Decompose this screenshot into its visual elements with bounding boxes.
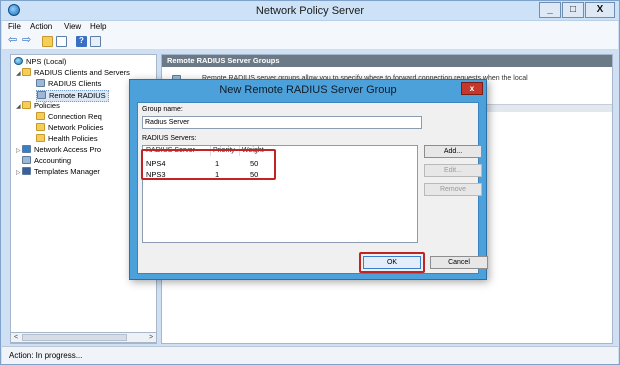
menu-view[interactable]: View <box>64 22 81 31</box>
edit-button[interactable]: Edit... <box>424 164 482 177</box>
tree-horizontal-scrollbar[interactable]: < > <box>10 332 157 343</box>
menu-action[interactable]: Action <box>30 22 52 31</box>
add-button[interactable]: Add... <box>424 145 482 158</box>
new-remote-radius-server-group-dialog: New Remote RADIUS Server Group x Group n… <box>129 79 488 280</box>
dialog-body: Group name: RADIUS Servers: RADIUS Serve… <box>137 102 488 274</box>
tree-item-network-policies[interactable]: Network Policies <box>36 123 103 133</box>
server-icon <box>36 79 45 87</box>
tree-item-templates-manager[interactable]: ▷ Templates Manager <box>16 167 100 178</box>
status-bar: Action: In progress... <box>2 346 618 364</box>
highlight-box-ok-button <box>359 252 425 273</box>
templates-icon <box>22 167 31 175</box>
highlight-box-server-list <box>141 149 276 180</box>
remove-button[interactable]: Remove <box>424 183 482 196</box>
tree-item-policies[interactable]: ◢ Policies <box>16 101 60 112</box>
radius-servers-label: RADIUS Servers: <box>142 135 197 142</box>
folder-icon <box>36 123 45 131</box>
results-pane-header: Remote RADIUS Server Groups <box>162 55 612 67</box>
tree-item-accounting[interactable]: Accounting <box>22 156 71 166</box>
globe-icon <box>14 57 23 65</box>
group-name-input[interactable] <box>142 116 422 129</box>
scroll-left-icon[interactable]: < <box>11 333 21 342</box>
dialog-title-bar: New Remote RADIUS Server Group x <box>130 80 486 100</box>
menu-bar: File Action View Help <box>2 21 618 34</box>
dialog-close-button[interactable]: x <box>461 82 483 95</box>
title-bar: Network Policy Server _ □ X <box>1 1 619 21</box>
tree-item-connection-request-policies[interactable]: Connection Req <box>36 112 102 122</box>
group-name-label: Group name: <box>142 106 183 113</box>
dialog-title: New Remote RADIUS Server Group <box>219 84 397 96</box>
folder-icon <box>22 68 31 76</box>
forward-arrow-icon[interactable]: ⇨ <box>22 35 33 47</box>
scroll-thumb[interactable] <box>22 334 127 341</box>
tree-item-nps-local[interactable]: NPS (Local) <box>14 57 66 67</box>
tree-item-network-access-protection[interactable]: ▷ Network Access Pro <box>16 145 101 156</box>
folder-icon <box>22 101 31 109</box>
show-hide-tree-icon[interactable] <box>56 36 67 47</box>
toolbar: ⇦ ⇨ ? <box>2 34 618 50</box>
network-icon <box>22 145 31 153</box>
menu-help[interactable]: Help <box>90 22 106 31</box>
accounting-icon <box>22 156 31 164</box>
window-title: Network Policy Server <box>255 5 365 17</box>
tree-item-radius-clients[interactable]: RADIUS Clients <box>36 79 101 89</box>
menu-file[interactable]: File <box>8 22 21 31</box>
maximize-button[interactable]: □ <box>562 2 584 18</box>
folder-icon <box>36 134 45 142</box>
folder-up-icon[interactable] <box>42 36 53 47</box>
help-icon[interactable]: ? <box>76 36 87 47</box>
back-arrow-icon[interactable]: ⇦ <box>8 35 19 47</box>
close-button[interactable]: X <box>585 2 615 18</box>
folder-icon <box>36 112 45 120</box>
scroll-right-icon[interactable]: > <box>146 333 156 342</box>
server-icon <box>37 91 46 99</box>
cancel-button[interactable]: Cancel <box>430 256 488 269</box>
status-text: Action: In progress... <box>9 351 83 360</box>
minimize-button[interactable]: _ <box>539 2 561 18</box>
properties-icon[interactable] <box>90 36 101 47</box>
tree-item-health-policies[interactable]: Health Policies <box>36 134 98 144</box>
tree-item-radius-clients-servers[interactable]: ◢ RADIUS Clients and Servers <box>16 68 130 79</box>
